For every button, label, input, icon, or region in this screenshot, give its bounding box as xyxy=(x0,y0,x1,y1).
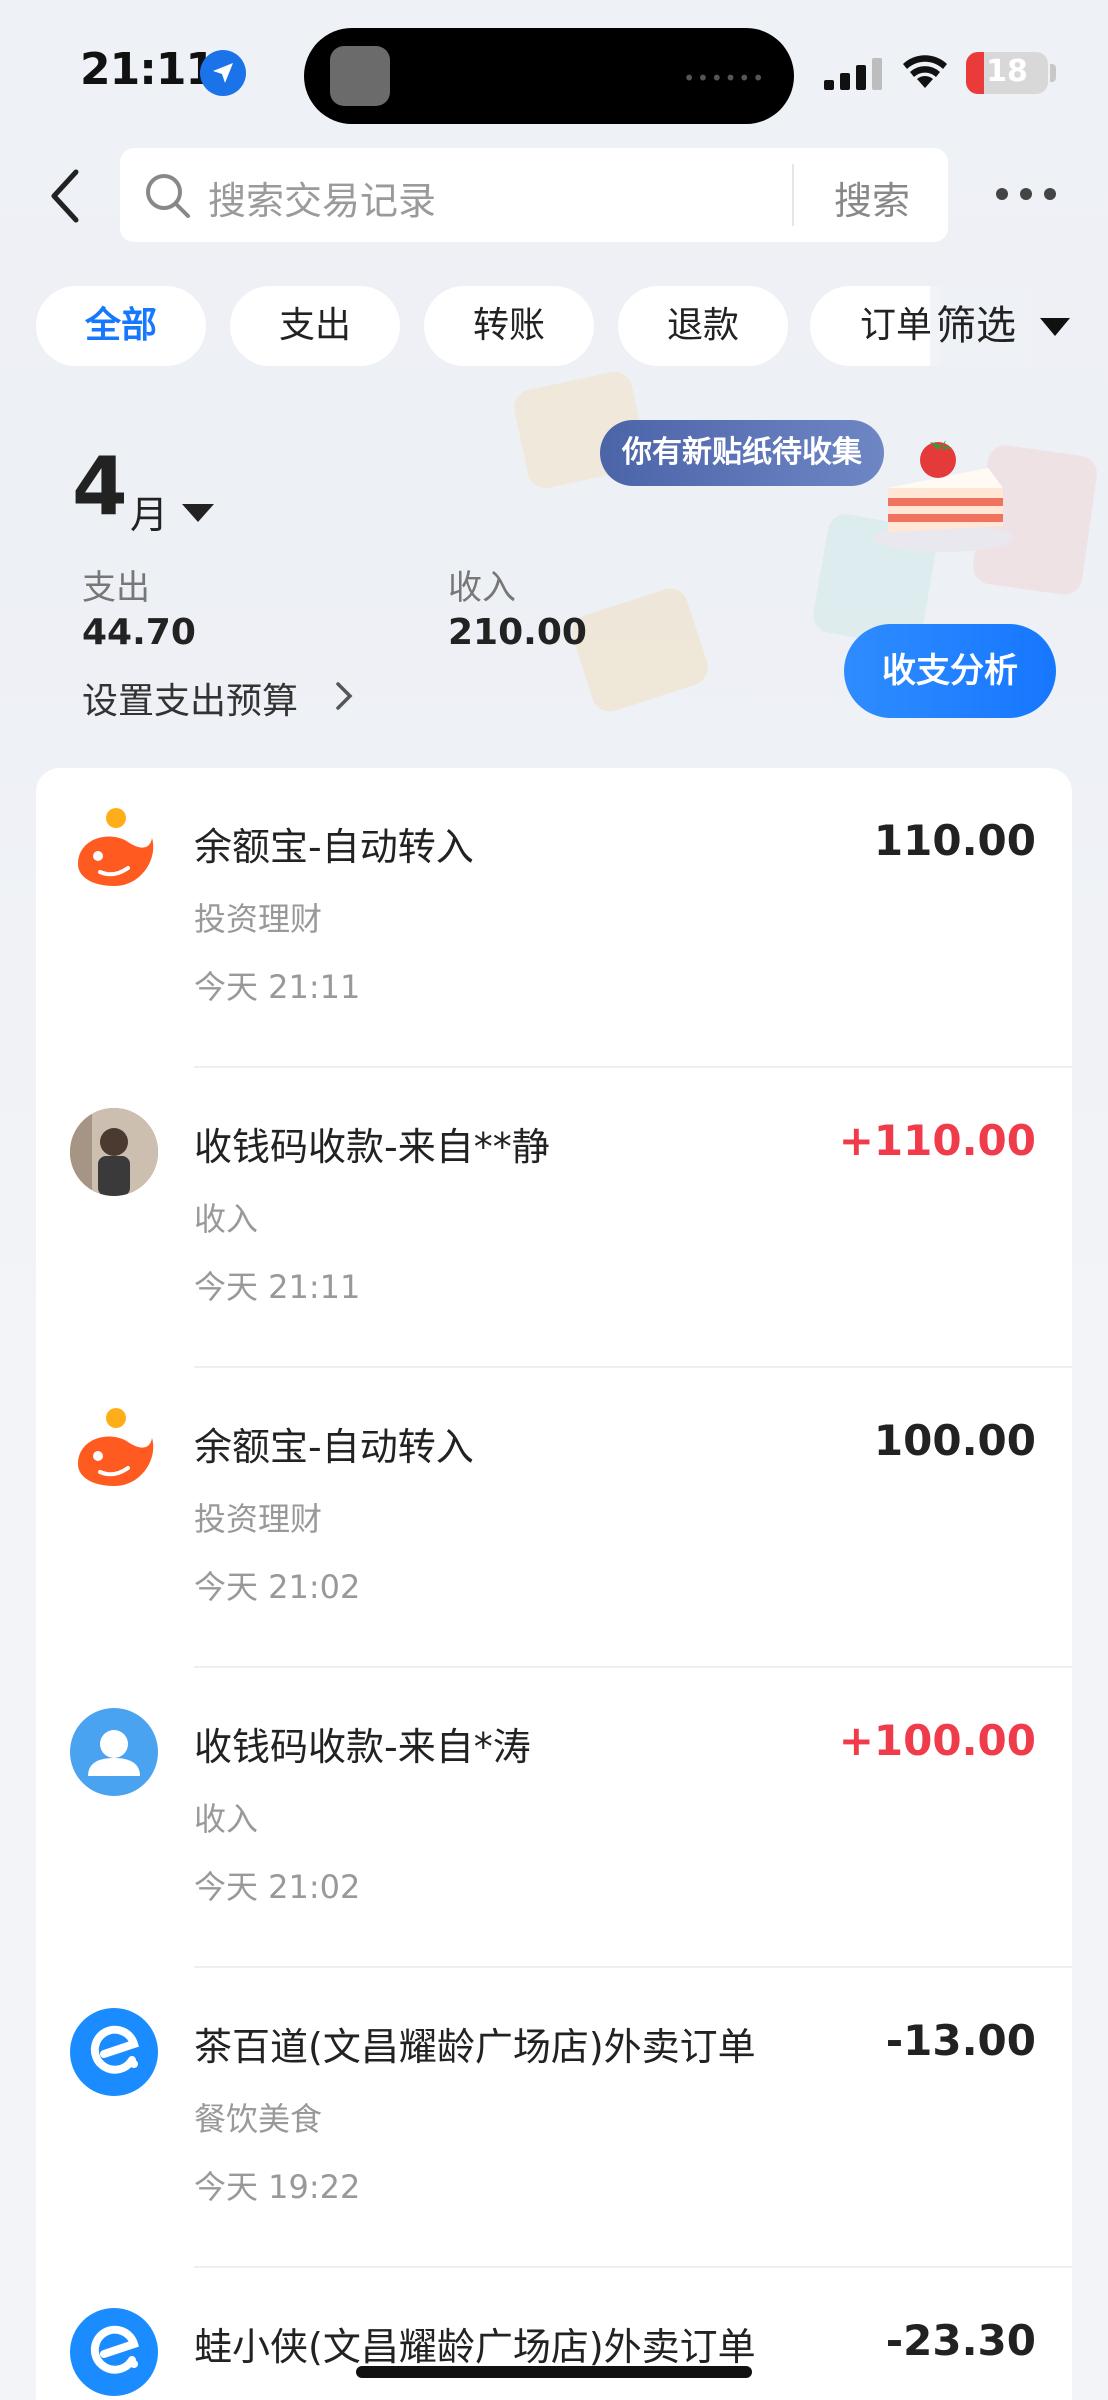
search-icon xyxy=(146,174,190,218)
chevron-right-icon xyxy=(336,682,353,710)
income-value: 210.00 xyxy=(448,612,587,653)
transaction-row[interactable]: 余额宝-自动转入 投资理财 今天 21:11 110.00 xyxy=(36,768,1072,1068)
transaction-row[interactable]: 茶百道(文昌耀龄广场店)外卖订单 餐饮美食 今天 19:22 -13.00 xyxy=(36,1968,1072,2268)
transaction-title: 余额宝-自动转入 xyxy=(194,825,474,869)
cake-sticker-icon[interactable] xyxy=(868,428,1018,558)
month-unit[interactable]: 月 xyxy=(130,484,168,539)
yuebao-icon xyxy=(70,1408,158,1496)
user-photo-avatar xyxy=(70,1108,158,1196)
chip-expense[interactable]: 支出 xyxy=(230,286,400,366)
transaction-time: 今天 21:11 xyxy=(194,1268,361,1306)
status-time: 21:11 xyxy=(80,44,216,95)
transaction-amount: +100.00 xyxy=(838,1716,1036,1765)
chip-refund[interactable]: 退款 xyxy=(618,286,788,366)
transaction-time: 今天 21:02 xyxy=(194,1568,361,1606)
filter-dropdown-icon[interactable] xyxy=(1040,318,1070,338)
search-bar[interactable]: 搜索交易记录 搜索 xyxy=(120,148,948,242)
more-options-icon[interactable] xyxy=(996,184,1056,204)
transaction-category: 投资理财 xyxy=(194,1500,323,1538)
home-indicator[interactable] xyxy=(356,2366,752,2378)
island-app-icon xyxy=(330,46,390,106)
transaction-title: 蛙小侠(文昌耀龄广场店)外卖订单 xyxy=(194,2325,756,2369)
island-dots: •••••• xyxy=(683,66,766,90)
transaction-amount: -23.30 xyxy=(885,2316,1036,2365)
expense-value: 44.70 xyxy=(82,612,196,653)
eleme-icon xyxy=(70,2008,158,2096)
yuebao-icon xyxy=(70,808,158,896)
month-dropdown-icon[interactable] xyxy=(182,504,214,524)
transaction-amount: +110.00 xyxy=(838,1116,1036,1165)
transaction-category: 餐饮美食 xyxy=(194,2100,323,2138)
chip-transfer[interactable]: 转账 xyxy=(424,286,594,366)
expense-label: 支出 xyxy=(82,568,150,608)
location-arrow-icon xyxy=(200,50,246,96)
transaction-title: 收钱码收款-来自*涛 xyxy=(194,1725,531,1769)
chip-order-label: 订单 xyxy=(860,305,933,346)
transaction-row[interactable]: 收钱码收款-来自*涛 收入 今天 21:02 +100.00 xyxy=(36,1668,1072,1968)
set-budget-link[interactable]: 设置支出预算 xyxy=(82,672,298,724)
transaction-title: 余额宝-自动转入 xyxy=(194,1425,474,1469)
transaction-row[interactable]: 收钱码收款-来自**静 收入 今天 21:11 +110.00 xyxy=(36,1068,1072,1368)
battery-indicator: 18 xyxy=(966,52,1048,94)
transaction-time: 今天 19:22 xyxy=(194,2168,361,2206)
filter-button[interactable]: 筛选 xyxy=(930,286,1030,366)
back-arrow-icon[interactable] xyxy=(46,166,86,226)
transaction-category: 收入 xyxy=(194,1200,259,1238)
chip-order[interactable]: 订单 xyxy=(810,286,940,366)
transaction-title: 茶百道(文昌耀龄广场店)外卖订单 xyxy=(194,2025,756,2069)
status-bar: 21:11 •••••• 18 xyxy=(0,0,1108,140)
cellular-signal-icon xyxy=(824,58,882,90)
transaction-amount: 110.00 xyxy=(873,816,1036,865)
transaction-time: 今天 21:02 xyxy=(194,1868,361,1906)
transaction-row[interactable]: 余额宝-自动转入 投资理财 今天 21:02 100.00 xyxy=(36,1368,1072,1668)
search-button[interactable]: 搜索 xyxy=(796,170,948,225)
transaction-row[interactable]: 蛙小侠(文昌耀龄广场店)外卖订单 -23.30 xyxy=(36,2268,1072,2400)
transaction-title: 收钱码收款-来自**静 xyxy=(194,1125,550,1169)
search-input[interactable]: 搜索交易记录 xyxy=(208,170,436,225)
month-number[interactable]: 4 xyxy=(72,440,128,533)
transaction-category: 收入 xyxy=(194,1800,259,1838)
wifi-icon xyxy=(903,55,947,88)
battery-nub xyxy=(1050,64,1056,82)
chip-all[interactable]: 全部 xyxy=(36,286,206,366)
eleme-icon xyxy=(70,2308,158,2396)
transaction-amount: -13.00 xyxy=(885,2016,1036,2065)
income-label: 收入 xyxy=(448,568,516,608)
sticker-banner[interactable]: 你有新贴纸待收集 xyxy=(600,420,884,486)
battery-percent: 18 xyxy=(986,54,1028,89)
transaction-time: 今天 21:11 xyxy=(194,968,361,1006)
default-user-icon xyxy=(70,1708,158,1796)
dynamic-island: •••••• xyxy=(304,28,794,124)
transaction-category: 投资理财 xyxy=(194,900,323,938)
transaction-amount: 100.00 xyxy=(873,1416,1036,1465)
income-expense-analysis-button[interactable]: 收支分析 xyxy=(844,624,1056,718)
search-divider xyxy=(792,164,794,226)
